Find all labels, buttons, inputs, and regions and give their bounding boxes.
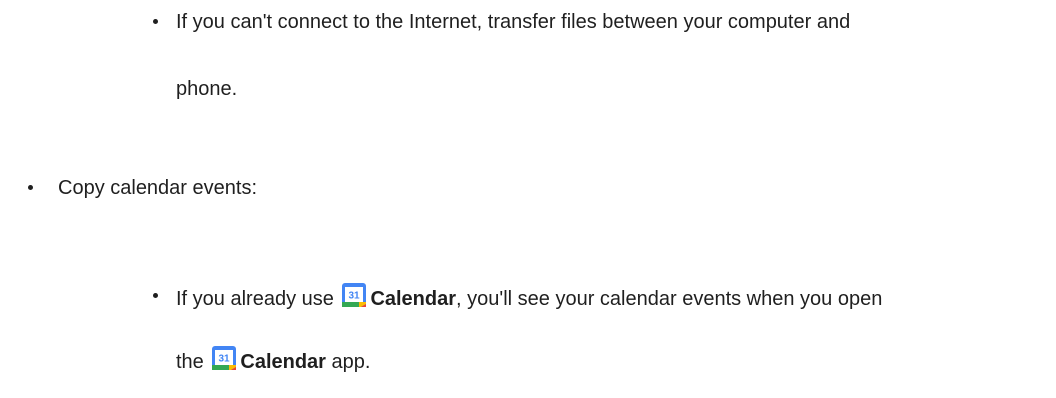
offline-tip-text-continued: phone. [176,78,238,100]
calendar-app-name: Calendar [240,351,326,373]
calendar-tip-pre-2: the [176,351,204,373]
svg-text:31: 31 [349,291,361,302]
google-calendar-icon: 31 [341,282,367,308]
calendar-heading: Copy calendar events: [58,174,257,202]
svg-text:31: 31 [219,354,231,365]
offline-tip-text: If you can't connect to the Internet, tr… [176,11,851,33]
google-calendar-icon: 31 [211,345,237,371]
bullet-marker [153,293,158,298]
calendar-tip-line-2: the 31 Calendar app. [176,345,370,376]
calendar-heading-text: Copy calendar events: [58,177,258,199]
calendar-tip-line-1: If you already use 31 Calendar, you'll s… [176,282,882,313]
bullet-marker [28,185,33,190]
offline-tip-line-1: If you can't connect to the Internet, tr… [176,8,850,36]
calendar-app-name: Calendar [370,288,457,310]
offline-tip-line-2: phone. [176,75,237,103]
calendar-tip-post: , you'll see your calendar events when y… [456,288,883,310]
calendar-tip-pre: If you already use [176,288,334,310]
calendar-tip-post-2: app. [325,351,371,373]
bullet-marker [153,19,158,24]
